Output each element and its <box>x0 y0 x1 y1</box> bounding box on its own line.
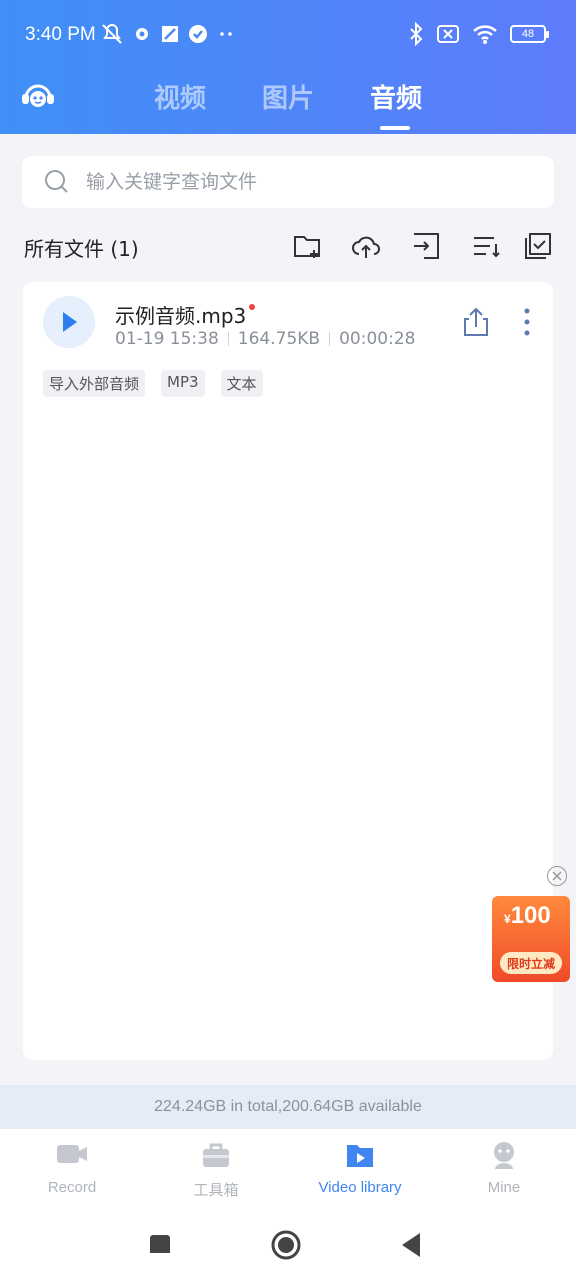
nav-toolbox-label: 工具箱 <box>193 1182 239 1199</box>
promo-currency: ¥ <box>504 912 511 926</box>
status-bar: 3:40 PM 48 <box>0 0 576 70</box>
user-icon <box>494 1142 514 1169</box>
promo-amount: ¥100 <box>504 902 551 930</box>
nav-record-label: Record <box>47 1179 97 1196</box>
tab-indicator <box>380 126 410 130</box>
settings-icon <box>136 28 148 40</box>
toolbox-icon <box>203 1143 229 1167</box>
promo-label: 限时立减 <box>500 952 562 974</box>
battery-icon: 48 <box>510 25 549 43</box>
bluetooth-icon <box>410 22 423 46</box>
share-icon[interactable] <box>461 306 491 338</box>
sort-icon[interactable] <box>470 230 502 262</box>
camera-icon <box>57 1145 87 1163</box>
more-status-icon <box>220 32 232 36</box>
search-icon <box>45 170 68 193</box>
app-header: 3:40 PM 48 视频 图片 音频 <box>0 0 576 134</box>
divider <box>227 332 229 346</box>
search-input[interactable] <box>86 166 526 198</box>
video-folder-icon <box>347 1145 373 1167</box>
tab-images[interactable]: 图片 <box>262 78 314 115</box>
sim-off-icon <box>437 25 459 43</box>
more-icon[interactable] <box>519 306 535 338</box>
storage-text: 224.24GB in total,200.64GB available <box>154 1098 422 1115</box>
file-count-title: 所有文件 (1) <box>24 237 139 261</box>
storage-info: 224.24GB in total,200.64GB available <box>0 1085 576 1129</box>
search-bar[interactable] <box>22 156 554 208</box>
file-meta: 01-19 15:38 164.75KB 00:00:28 <box>115 329 415 349</box>
system-nav-bar <box>0 1215 576 1280</box>
file-list-card: 示例音频.mp3 01-19 15:38 164.75KB 00:00:28 导… <box>23 282 553 1060</box>
mute-icon <box>102 23 122 44</box>
new-dot <box>249 304 255 310</box>
multi-select-icon[interactable] <box>522 230 554 262</box>
file-tags: 导入外部音频 MP3 文本 <box>43 370 263 397</box>
file-name[interactable]: 示例音频.mp3 <box>115 300 246 329</box>
play-icon <box>63 312 77 332</box>
back-icon[interactable] <box>398 1229 424 1259</box>
recent-apps-icon[interactable] <box>148 1229 172 1253</box>
promo-badge[interactable]: ¥100 限时立减 <box>492 896 570 982</box>
file-date: 01-19 15:38 <box>115 329 219 349</box>
new-folder-icon[interactable] <box>292 230 324 262</box>
promo-close-icon[interactable] <box>547 866 567 886</box>
status-icons-left <box>100 22 236 46</box>
wifi-icon <box>473 25 497 44</box>
promo-amount-value: 100 <box>510 902 551 929</box>
tag-source: 导入外部音频 <box>43 370 146 397</box>
nav-mine[interactable]: Mine <box>432 1129 576 1215</box>
cloud-upload-icon[interactable] <box>350 230 382 262</box>
status-time: 3:40 PM <box>25 24 96 45</box>
bottom-nav: Record 工具箱 Video library Mine <box>0 1129 576 1215</box>
divider <box>329 332 331 346</box>
nav-video-library[interactable]: Video library <box>288 1129 432 1215</box>
file-size: 164.75KB <box>237 329 321 349</box>
file-duration: 00:00:28 <box>339 329 416 349</box>
tab-audio[interactable]: 音频 <box>370 78 422 115</box>
nav-video-library-label: Video library <box>318 1179 402 1196</box>
status-icons-right: 48 <box>408 22 549 46</box>
tag-format: MP3 <box>161 370 205 397</box>
home-icon[interactable] <box>270 1229 302 1261</box>
nav-record[interactable]: Record <box>0 1129 144 1215</box>
tag-text[interactable]: 文本 <box>220 370 263 397</box>
play-button[interactable] <box>43 296 95 348</box>
import-icon[interactable] <box>410 230 442 262</box>
nav-toolbox[interactable]: 工具箱 <box>144 1129 288 1215</box>
tab-video[interactable]: 视频 <box>154 78 206 115</box>
check-badge-icon <box>189 25 207 43</box>
media-tabs: 视频 图片 音频 <box>0 78 576 134</box>
app-notify-icon <box>162 26 178 42</box>
nav-mine-label: Mine <box>487 1179 521 1196</box>
battery-level: 48 <box>521 28 535 40</box>
